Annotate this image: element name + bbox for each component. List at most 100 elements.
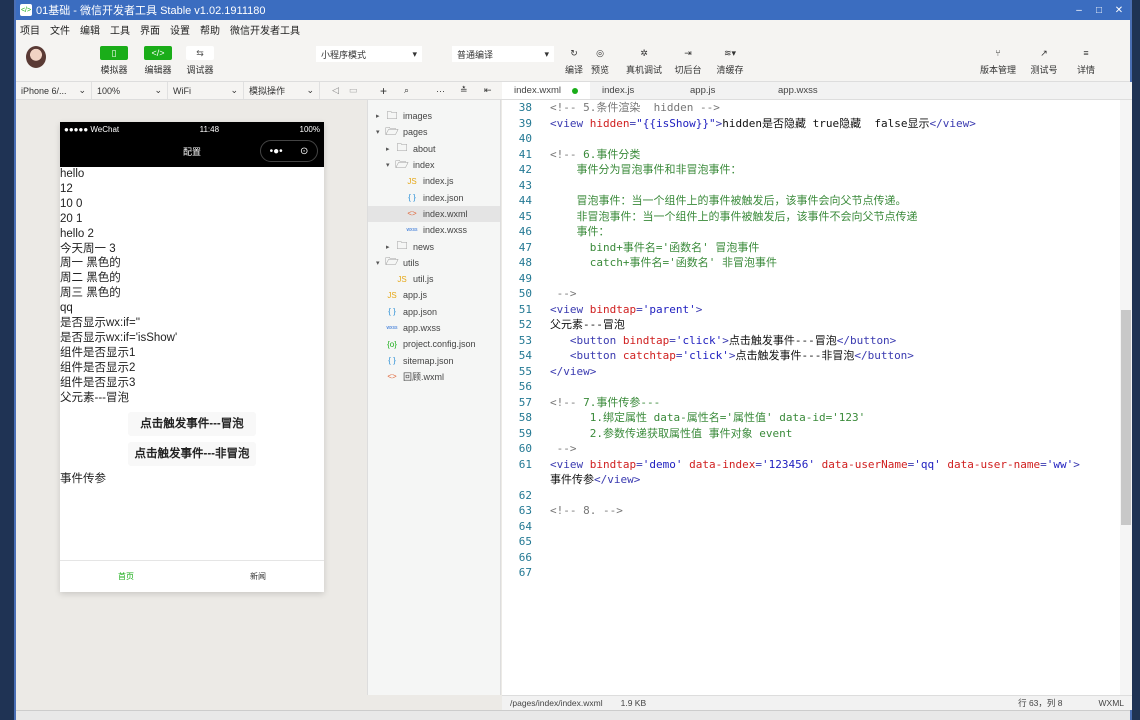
- menu-item[interactable]: 编辑: [80, 22, 100, 37]
- menu-item[interactable]: 界面: [140, 22, 160, 37]
- simulator-button[interactable]: ▯ 模拟器: [100, 46, 128, 76]
- tree-item[interactable]: { } index.json: [368, 189, 500, 205]
- scrollbar[interactable]: [1120, 100, 1132, 695]
- sound-icon[interactable]: ◁: [332, 85, 339, 96]
- zoom-select[interactable]: 100% ⌄: [92, 82, 168, 99]
- tree-item[interactable]: {o} project.config.json: [368, 336, 500, 352]
- editor-tab[interactable]: index.wxml: [502, 82, 590, 99]
- version-button[interactable]: ⑂ 版本管理: [980, 46, 1016, 76]
- tree-item[interactable]: <> 回顾.wxml: [368, 369, 500, 385]
- device-select[interactable]: iPhone 6/... ⌄: [16, 82, 92, 99]
- compile-mode-select[interactable]: 普通编译 ▾: [452, 46, 554, 62]
- code-line: 55 </view>: [502, 364, 1120, 380]
- debugger-button[interactable]: ⇆ 调试器: [186, 46, 214, 76]
- phone-icon: ▯: [100, 46, 128, 60]
- caret-down-icon[interactable]: ▾: [376, 128, 384, 136]
- avatar[interactable]: [26, 46, 46, 68]
- page-text-line[interactable]: 事件传参: [60, 472, 324, 487]
- add-icon[interactable]: +: [380, 84, 387, 98]
- code-line: 66: [502, 550, 1120, 566]
- battery: 100%: [299, 124, 320, 134]
- line-number: 58: [518, 411, 532, 424]
- compile-button[interactable]: ↻ 编译: [560, 46, 588, 76]
- window-icon[interactable]: ▭: [349, 85, 358, 96]
- tree-item[interactable]: JS index.js: [368, 173, 500, 189]
- code-token: 冒泡事件：当一个组件上的事件被触发后，该事件会向父节点传递。: [550, 194, 907, 207]
- line-number: 43: [518, 178, 532, 192]
- operation-select[interactable]: 模拟操作 ⌄: [244, 82, 320, 99]
- caret-right-icon[interactable]: ▸: [376, 112, 384, 120]
- page-text-line: 10 0: [60, 197, 83, 210]
- editor-tab[interactable]: app.wxss: [766, 82, 854, 99]
- search-icon[interactable]: ⌕: [404, 85, 409, 96]
- network-select[interactable]: WiFi ⌄: [168, 82, 244, 99]
- tree-item-label: index.js: [423, 176, 454, 187]
- more-icon[interactable]: ···: [436, 86, 445, 96]
- page-text-line: 今天周一 3: [60, 242, 116, 255]
- line-number: 46: [518, 225, 532, 238]
- event-button[interactable]: 点击触发事件---冒泡: [128, 411, 256, 436]
- js-file-icon: JS: [387, 290, 397, 300]
- menu-item[interactable]: 项目: [20, 22, 40, 37]
- tree-item[interactable]: JS util.js: [368, 271, 500, 287]
- close-icon[interactable]: ✕: [1110, 3, 1128, 17]
- menu-item[interactable]: 微信开发者工具: [230, 22, 300, 37]
- editor-tab[interactable]: index.js: [590, 82, 678, 99]
- code-token: >: [1073, 457, 1080, 471]
- mode-select[interactable]: 小程序模式 ▾: [316, 46, 422, 62]
- more-dots-icon[interactable]: •●•: [270, 146, 283, 157]
- code-area[interactable]: 38 <!-- 5.条件渲染 hidden --> 39 <view hidden = "…: [502, 100, 1120, 581]
- details-button[interactable]: ≡ 详情: [1072, 46, 1100, 76]
- editor-button[interactable]: </> 编辑器: [144, 46, 172, 76]
- close-circle-icon[interactable]: ⊙: [300, 146, 308, 157]
- capsule-button[interactable]: •●• ⊙: [260, 140, 318, 162]
- code-token: 'click': [675, 333, 723, 347]
- maximize-icon[interactable]: □: [1090, 3, 1108, 17]
- tab-news[interactable]: 新闻: [192, 571, 324, 582]
- caret-right-icon[interactable]: ▸: [386, 145, 394, 153]
- test-account-button[interactable]: ↗ 测试号: [1030, 46, 1058, 76]
- tree-item[interactable]: ▸ 🗀 about: [368, 141, 500, 157]
- preview-button[interactable]: ◎ 预览: [586, 46, 614, 76]
- collapse-icon[interactable]: ≛: [460, 85, 468, 96]
- tree-item[interactable]: wxss index.wxss: [368, 222, 500, 238]
- code-token: =: [669, 333, 676, 347]
- editor-tab[interactable]: app.js: [678, 82, 766, 99]
- tree-item-label: index.json: [423, 192, 464, 203]
- tree-item[interactable]: wxss app.wxss: [368, 320, 500, 336]
- tree-item[interactable]: { } app.json: [368, 304, 500, 320]
- tree-item[interactable]: ▾ 🗁 pages: [368, 124, 500, 140]
- tree-item[interactable]: ▾ 🗁 utils: [368, 255, 500, 271]
- menu-item[interactable]: 文件: [50, 22, 70, 37]
- menu-item[interactable]: 工具: [110, 22, 130, 37]
- background-button[interactable]: ⇥ 切后台: [674, 46, 702, 76]
- folder-open-icon: 🗁: [395, 158, 409, 171]
- tree-item[interactable]: JS app.js: [368, 287, 500, 303]
- scrollbar-thumb[interactable]: [1121, 310, 1131, 525]
- json-file-icon: { }: [388, 307, 396, 317]
- tree-item[interactable]: <> index.wxml: [368, 205, 500, 223]
- code-token: hidden是否隐藏 true隐藏 false显示: [722, 116, 930, 130]
- menu-item[interactable]: 设置: [170, 22, 190, 37]
- json-file-icon: { }: [388, 356, 396, 366]
- code-line: 50 -->: [502, 286, 1120, 302]
- tree-item[interactable]: ▸ 🗀 images: [368, 108, 500, 124]
- tab-home[interactable]: 首页: [60, 571, 192, 582]
- panel-toggle-icon[interactable]: ⇤: [484, 85, 492, 96]
- tree-item[interactable]: { } sitemap.json: [368, 352, 500, 368]
- caret-right-icon[interactable]: ▸: [386, 243, 394, 251]
- caret-down-icon[interactable]: ▾: [376, 259, 384, 267]
- minimize-icon[interactable]: –: [1070, 3, 1088, 17]
- refresh-icon: ↻: [570, 47, 578, 58]
- tree-item[interactable]: ▾ 🗁 index: [368, 157, 500, 173]
- language-mode[interactable]: WXML: [1099, 698, 1125, 708]
- tree-item[interactable]: ▸ 🗀 news: [368, 238, 500, 254]
- background-icon: ⇥: [684, 47, 692, 58]
- clear-cache-button[interactable]: ≋▾ 清缓存: [716, 46, 744, 76]
- event-button[interactable]: 点击触发事件---非冒泡: [128, 441, 256, 466]
- remote-debug-button[interactable]: ✲ 真机调试: [626, 46, 662, 76]
- menu-item[interactable]: 帮助: [200, 22, 220, 37]
- code-line: 46 事件：: [502, 224, 1120, 240]
- caret-down-icon[interactable]: ▾: [386, 161, 394, 169]
- code-token: >: [715, 116, 723, 130]
